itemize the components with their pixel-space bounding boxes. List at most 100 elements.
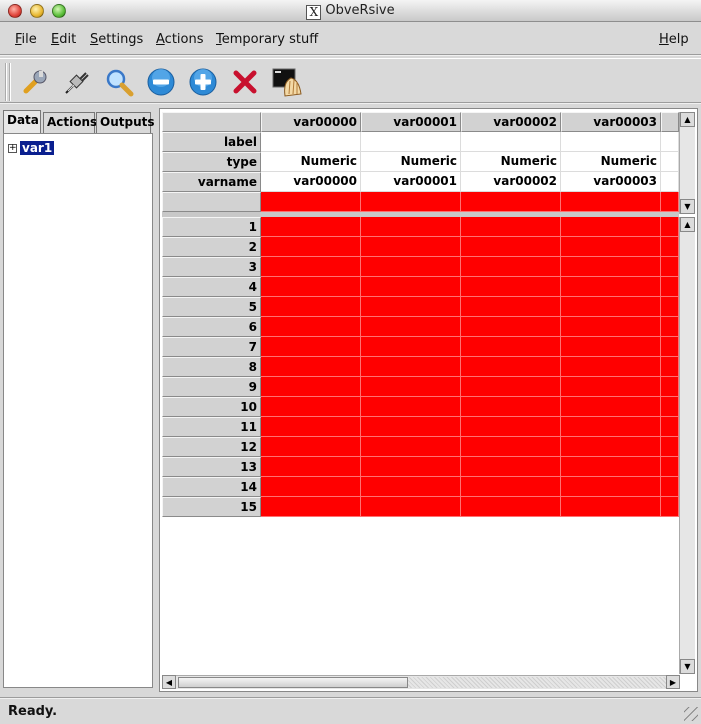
data-cell[interactable]	[661, 317, 679, 337]
data-cell[interactable]	[261, 377, 361, 397]
data-cell[interactable]	[261, 397, 361, 417]
column-header[interactable]: var00000	[261, 112, 361, 132]
meta-cell[interactable]: Numeric	[561, 152, 661, 172]
data-cell[interactable]	[361, 257, 461, 277]
data-cell[interactable]	[361, 237, 461, 257]
row-header[interactable]: 8	[162, 357, 261, 377]
meta-cell[interactable]	[561, 132, 661, 152]
data-cell[interactable]	[261, 457, 361, 477]
data-cell[interactable]	[361, 397, 461, 417]
scroll-down-arrow-icon[interactable]: ▼	[680, 659, 695, 674]
data-cell[interactable]	[461, 457, 561, 477]
row-header[interactable]: 3	[162, 257, 261, 277]
data-cell[interactable]	[561, 257, 661, 277]
data-cell[interactable]	[361, 497, 461, 517]
meta-cell[interactable]: Numeric	[361, 152, 461, 172]
data-cell[interactable]	[261, 297, 361, 317]
remove-button[interactable]	[144, 65, 178, 99]
menu-file[interactable]: File	[15, 32, 37, 47]
meta-cell[interactable]	[261, 132, 361, 152]
row-header[interactable]: 6	[162, 317, 261, 337]
data-cell[interactable]	[261, 357, 361, 377]
horizontal-scroll-thumb[interactable]	[178, 677, 408, 688]
meta-cell[interactable]: Numeric	[261, 152, 361, 172]
data-cell[interactable]	[661, 477, 679, 497]
header-vertical-scrollbar[interactable]: ▲ ▼	[679, 112, 695, 214]
data-cell[interactable]	[661, 437, 679, 457]
data-cell[interactable]	[561, 297, 661, 317]
tree-item-label[interactable]: var1	[20, 141, 55, 155]
data-cell[interactable]	[261, 257, 361, 277]
data-cell[interactable]	[361, 337, 461, 357]
meta-row-header[interactable]: varname	[162, 172, 261, 192]
resize-grip-icon[interactable]	[684, 707, 698, 721]
data-cell[interactable]	[661, 377, 679, 397]
data-cell[interactable]	[661, 217, 679, 237]
scroll-right-arrow-icon[interactable]: ▶	[666, 675, 680, 689]
search-button[interactable]	[102, 65, 136, 99]
delete-button[interactable]	[228, 65, 262, 99]
data-cell[interactable]	[261, 217, 361, 237]
row-header[interactable]: 14	[162, 477, 261, 497]
column-header[interactable]: var00003	[561, 112, 661, 132]
data-cell[interactable]	[661, 297, 679, 317]
summary-cell[interactable]	[361, 192, 461, 212]
data-cell[interactable]	[261, 317, 361, 337]
data-cell[interactable]	[261, 497, 361, 517]
row-header[interactable]: 9	[162, 377, 261, 397]
data-cell[interactable]	[461, 257, 561, 277]
meta-cell[interactable]	[461, 132, 561, 152]
data-cell[interactable]	[261, 477, 361, 497]
scroll-up-arrow-icon[interactable]: ▲	[680, 217, 695, 232]
data-vertical-scrollbar[interactable]: ▲ ▼	[679, 217, 695, 674]
toolbar-grip[interactable]	[5, 63, 11, 101]
data-cell[interactable]	[561, 497, 661, 517]
data-cell[interactable]	[661, 417, 679, 437]
data-cell[interactable]	[461, 377, 561, 397]
row-header[interactable]: 1	[162, 217, 261, 237]
data-cell[interactable]	[361, 477, 461, 497]
meta-cell[interactable]: var00001	[361, 172, 461, 192]
tab-actions[interactable]: Actions	[43, 112, 97, 133]
menu-temporary-stuff[interactable]: Temporary stuff	[216, 32, 318, 47]
data-cell[interactable]	[461, 217, 561, 237]
scroll-up-arrow-icon[interactable]: ▲	[680, 112, 695, 127]
tab-data[interactable]: Data	[3, 110, 41, 134]
summary-cell[interactable]	[261, 192, 361, 212]
data-cell[interactable]	[561, 377, 661, 397]
scroll-left-arrow-icon[interactable]: ◀	[162, 675, 176, 689]
data-cell[interactable]	[261, 237, 361, 257]
data-cell[interactable]	[661, 277, 679, 297]
data-cell[interactable]	[361, 357, 461, 377]
tab-outputs[interactable]: Outputs	[96, 112, 155, 133]
data-cell[interactable]	[561, 437, 661, 457]
row-header[interactable]: 10	[162, 397, 261, 417]
data-cell[interactable]	[461, 317, 561, 337]
data-cell[interactable]	[461, 437, 561, 457]
data-cell[interactable]	[261, 437, 361, 457]
meta-cell[interactable]: var00000	[261, 172, 361, 192]
plug-button[interactable]	[60, 65, 94, 99]
data-cell[interactable]	[361, 437, 461, 457]
summary-cell[interactable]	[661, 192, 679, 212]
add-button[interactable]	[186, 65, 220, 99]
row-header[interactable]: 2	[162, 237, 261, 257]
summary-row-header[interactable]	[162, 192, 261, 212]
data-cell[interactable]	[361, 217, 461, 237]
data-cell[interactable]	[561, 237, 661, 257]
summary-cell[interactable]	[461, 192, 561, 212]
data-cell[interactable]	[261, 337, 361, 357]
menu-edit[interactable]: Edit	[51, 32, 76, 47]
data-cell[interactable]	[561, 357, 661, 377]
tree-item-var1[interactable]: + var1	[8, 141, 55, 155]
data-cell[interactable]	[661, 357, 679, 377]
data-cell[interactable]	[661, 397, 679, 417]
meta-row-header[interactable]: label	[162, 132, 261, 152]
column-header[interactable]: var00002	[461, 112, 561, 132]
data-cell[interactable]	[361, 317, 461, 337]
meta-cell[interactable]: Numeric	[461, 152, 561, 172]
data-cell[interactable]	[561, 457, 661, 477]
data-cell[interactable]	[461, 497, 561, 517]
data-cell[interactable]	[561, 217, 661, 237]
meta-cell[interactable]	[661, 152, 679, 172]
